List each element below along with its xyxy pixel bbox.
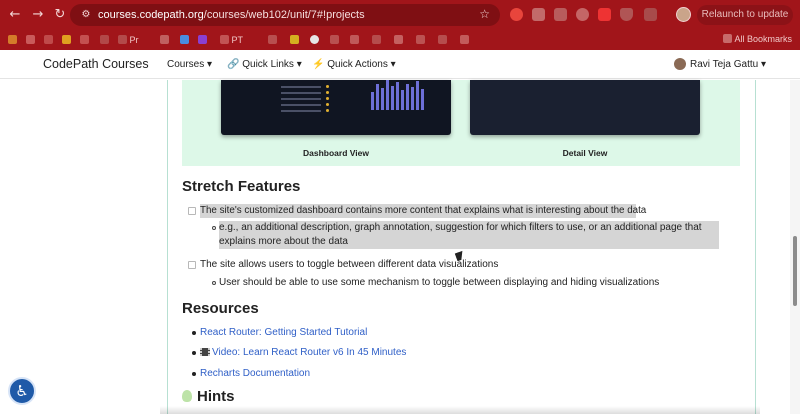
- extension-icon[interactable]: [576, 8, 589, 21]
- sub-bullet: [212, 281, 216, 285]
- all-bookmarks-folder[interactable]: All Bookmarks: [723, 34, 792, 44]
- link-icon: 🔗: [227, 59, 240, 70]
- stretch-item-text: The site's customized dashboard contains…: [200, 204, 647, 218]
- bookmark-item[interactable]: [62, 34, 71, 46]
- bookmark-item[interactable]: Pr: [118, 34, 139, 46]
- bolt-icon: ⚡: [312, 59, 325, 70]
- bookmarks-bar: Pr PT All Bookmarks: [0, 30, 800, 50]
- bookmark-item[interactable]: [460, 34, 469, 46]
- bookmark-item[interactable]: [8, 34, 17, 46]
- stretch-features-heading: Stretch Features: [182, 178, 301, 195]
- detail-screenshot: [470, 80, 700, 135]
- bookmark-item[interactable]: [100, 34, 109, 46]
- extension-icon[interactable]: [554, 8, 567, 21]
- extensions-puzzle-icon[interactable]: [644, 8, 657, 21]
- back-icon[interactable]: ←: [7, 7, 23, 23]
- address-bar[interactable]: ⚙ courses.codepath.org/courses/web102/un…: [70, 4, 500, 26]
- extension-icon[interactable]: [510, 8, 523, 21]
- bullet: [192, 351, 196, 355]
- film-icon: [200, 348, 210, 356]
- forward-icon[interactable]: →: [30, 7, 46, 23]
- accessibility-icon[interactable]: ♿: [8, 377, 36, 405]
- profile-avatar[interactable]: [676, 7, 691, 22]
- dashboard-caption: Dashboard View: [303, 148, 369, 158]
- bookmark-item[interactable]: PT: [220, 34, 243, 46]
- nav-courses[interactable]: Courses ▾: [167, 59, 212, 70]
- browser-toolbar: ← → ↻ ⚙ courses.codepath.org/courses/web…: [0, 0, 800, 30]
- resource-link-video[interactable]: Video: Learn React Router v6 In 45 Minut…: [200, 347, 406, 358]
- bookmark-item[interactable]: [290, 34, 299, 46]
- sub-bullet: [212, 226, 216, 230]
- hints-heading: Hints: [182, 388, 235, 405]
- site-info-icon[interactable]: ⚙: [79, 8, 93, 22]
- bookmark-star-icon[interactable]: ☆: [479, 7, 490, 21]
- stretch-item-text: The site allows users to toggle between …: [200, 259, 499, 270]
- user-avatar[interactable]: [674, 58, 686, 70]
- bookmark-item[interactable]: [350, 34, 359, 46]
- lightbulb-icon: [182, 390, 192, 402]
- nav-quick-links[interactable]: 🔗 Quick Links ▾: [227, 59, 302, 70]
- shield-extension-icon[interactable]: [620, 8, 633, 21]
- relaunch-button[interactable]: Relaunch to update: [697, 5, 793, 25]
- bookmark-item[interactable]: [394, 34, 403, 46]
- user-menu[interactable]: Ravi Teja Gattu ▾: [690, 59, 766, 70]
- page-content: Dashboard View Detail View Stretch Featu…: [0, 80, 800, 414]
- extension-icon[interactable]: [532, 8, 545, 21]
- checkbox[interactable]: [188, 207, 196, 215]
- bullet: [192, 331, 196, 335]
- reload-icon[interactable]: ↻: [52, 7, 68, 23]
- dashboard-screenshot: [221, 80, 451, 135]
- bookmark-item[interactable]: [160, 34, 169, 46]
- bookmark-item[interactable]: [310, 34, 319, 46]
- url-text: courses.codepath.org/courses/web102/unit…: [98, 9, 365, 21]
- bookmark-item[interactable]: [372, 34, 381, 46]
- stretch-subitem-text: e.g., an additional description, graph a…: [219, 221, 719, 249]
- brand-logo-text[interactable]: CodePath Courses: [43, 57, 149, 71]
- resource-link-react-router[interactable]: React Router: Getting Started Tutorial: [200, 327, 367, 338]
- bookmark-item[interactable]: [268, 34, 277, 46]
- youtube-extension-icon[interactable]: [598, 8, 611, 21]
- bookmark-item[interactable]: [44, 34, 53, 46]
- site-header: CodePath Courses Courses ▾ 🔗 Quick Links…: [0, 50, 800, 79]
- bookmark-item[interactable]: [180, 34, 189, 46]
- bookmark-item[interactable]: [198, 34, 207, 46]
- resources-heading: Resources: [182, 300, 259, 317]
- checkbox[interactable]: [188, 261, 196, 269]
- screenshot-gallery: Dashboard View Detail View: [182, 80, 740, 166]
- scrollbar-thumb[interactable]: [793, 236, 797, 306]
- bookmark-item[interactable]: [438, 34, 447, 46]
- resource-link-recharts[interactable]: Recharts Documentation: [200, 368, 310, 379]
- nav-quick-actions[interactable]: ⚡ Quick Actions ▾: [312, 59, 396, 70]
- bookmark-item[interactable]: [330, 34, 339, 46]
- bottom-shadow: [160, 406, 760, 414]
- bookmark-item[interactable]: [26, 34, 35, 46]
- bookmark-item[interactable]: [416, 34, 425, 46]
- stretch-subitem-text: User should be able to use some mechanis…: [219, 277, 660, 288]
- detail-caption: Detail View: [562, 148, 608, 158]
- bullet: [192, 372, 196, 376]
- bookmark-item[interactable]: [80, 34, 89, 46]
